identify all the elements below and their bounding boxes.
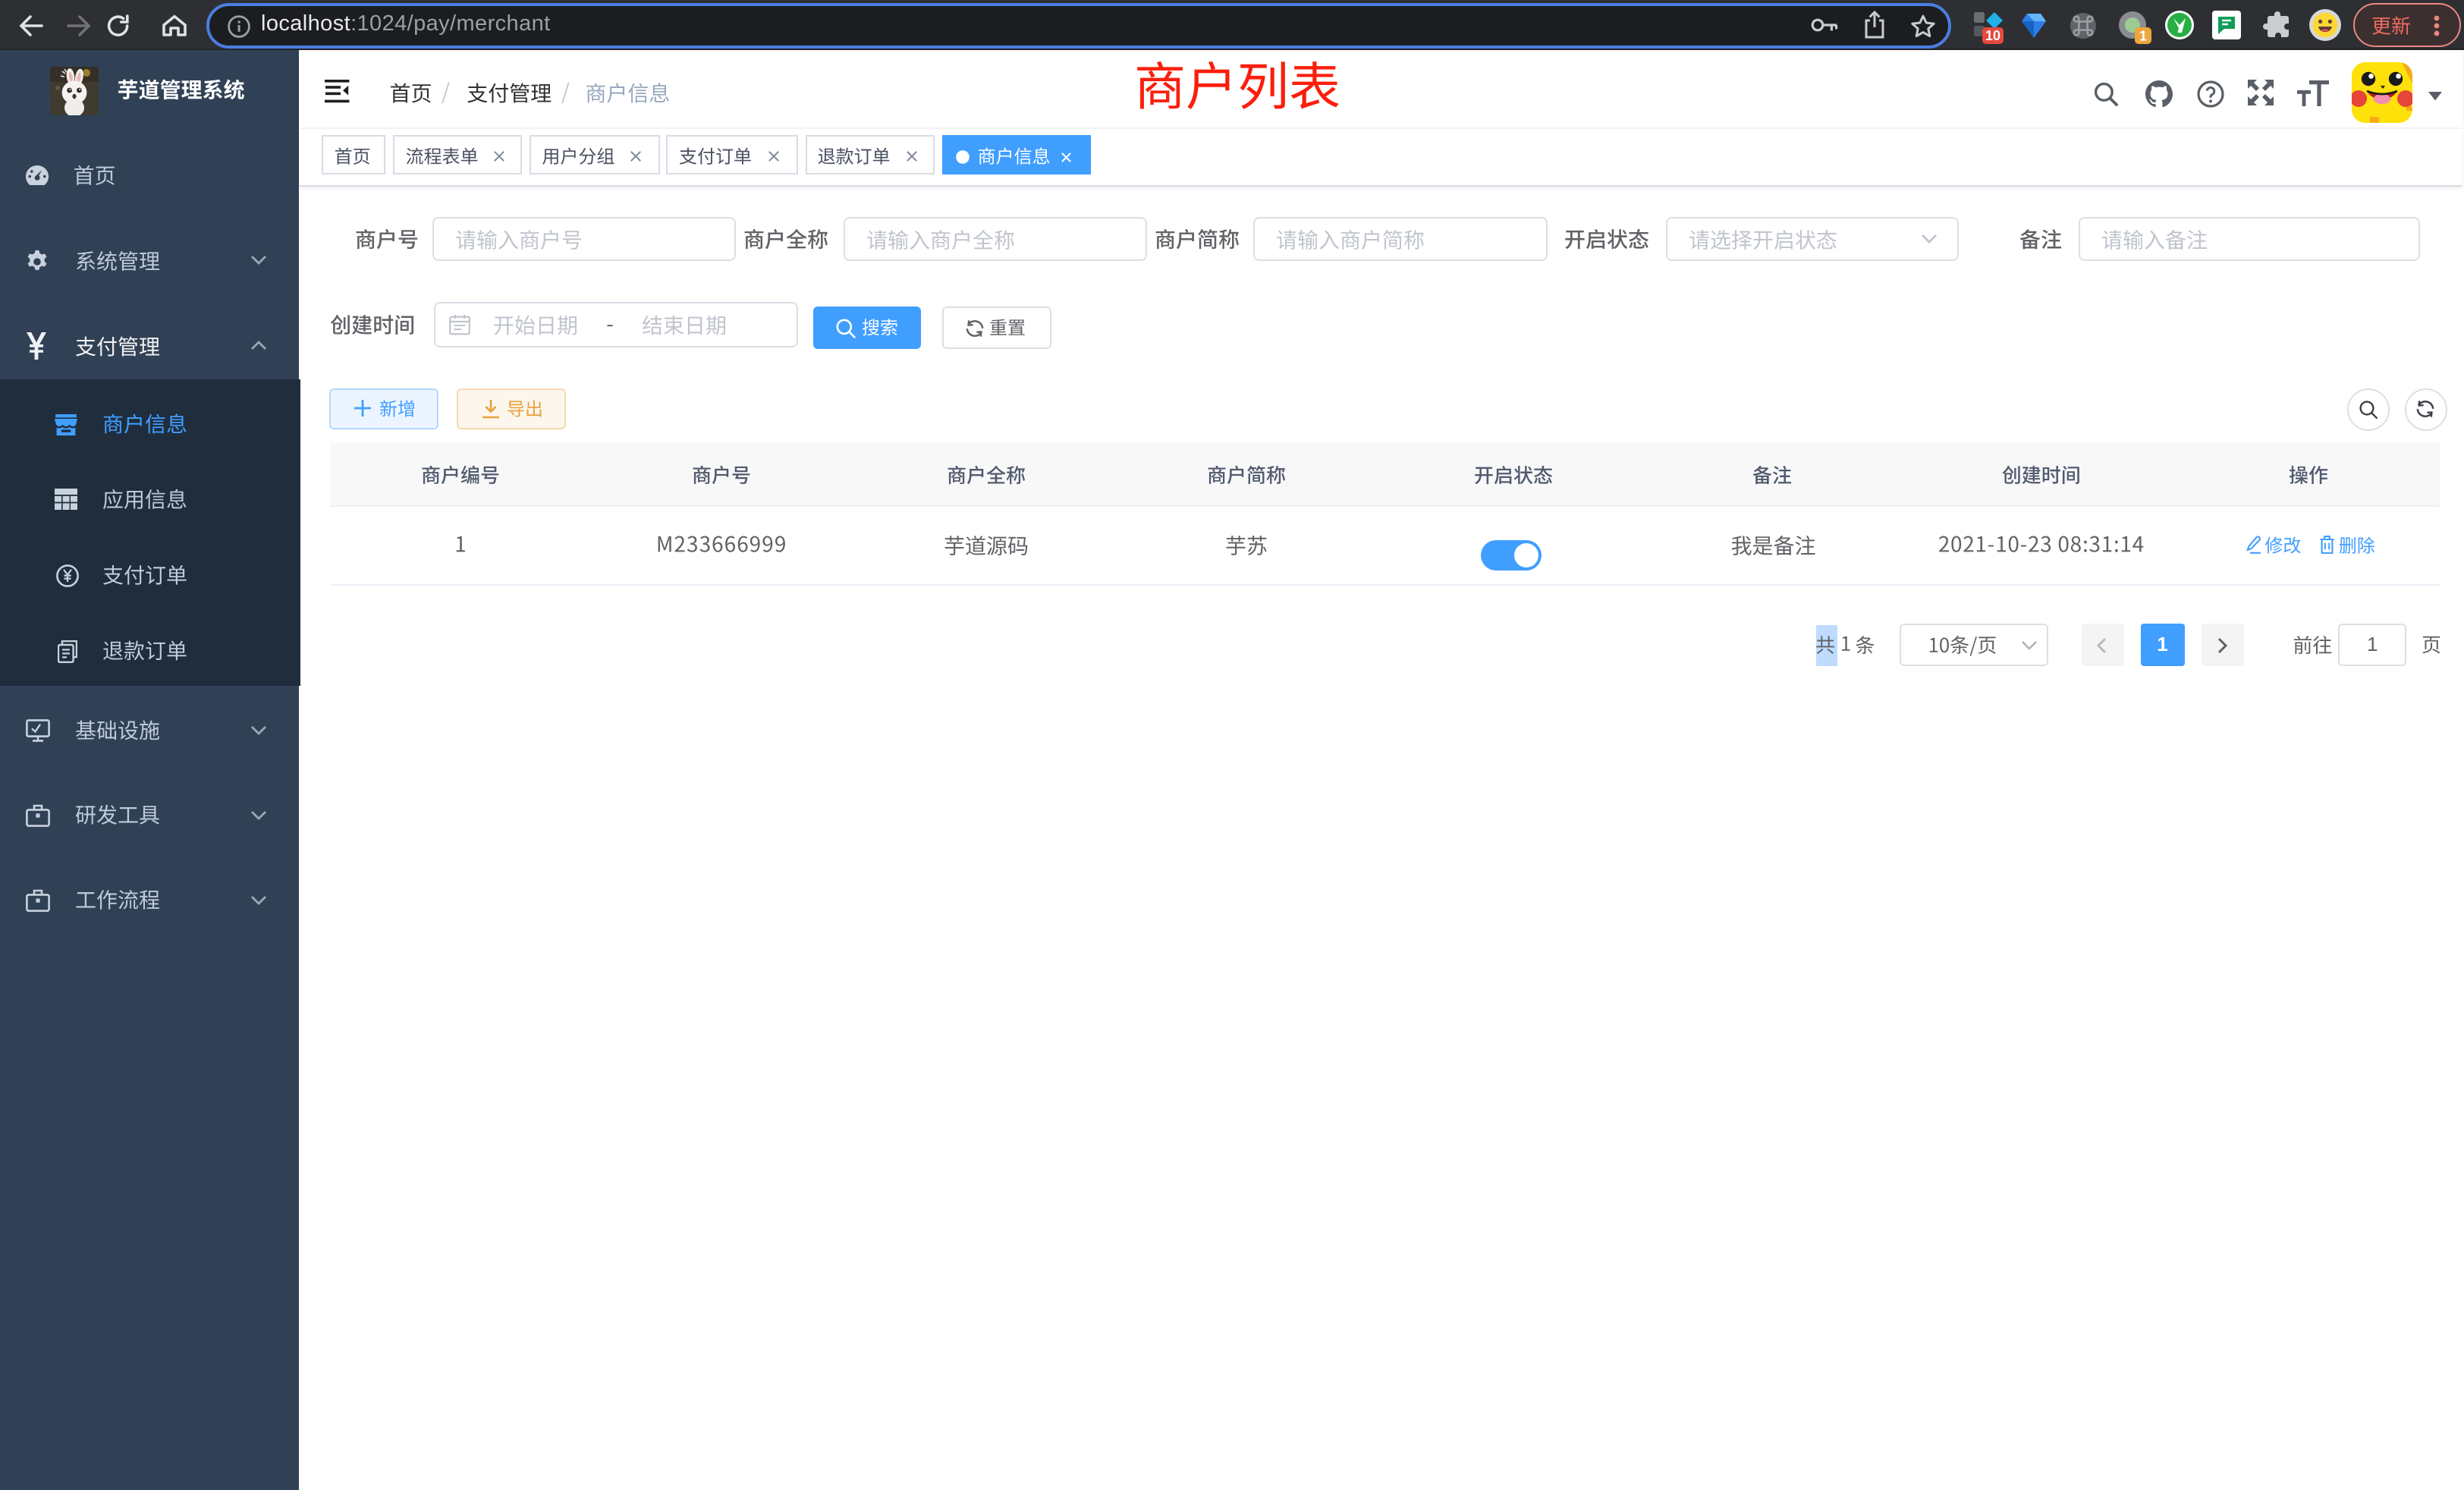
svg-text:1: 1 (2139, 29, 2147, 44)
svg-text:10: 10 (1985, 28, 2000, 43)
